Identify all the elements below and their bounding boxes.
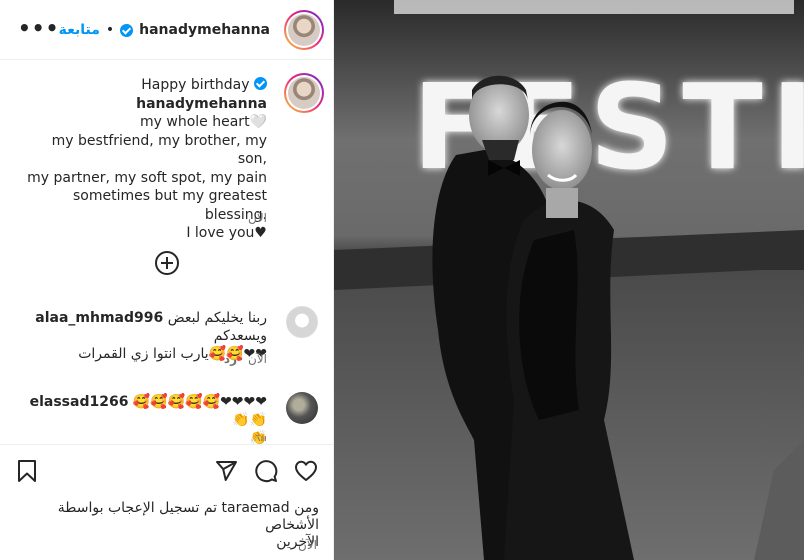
photo-image: FESTI xyxy=(334,0,804,560)
comment-first-line: elassad1266 🥰🥰🥰🥰🥰❤❤❤❤👏👏 xyxy=(17,393,267,429)
actions-divider xyxy=(0,444,334,445)
comment-text: ربنا يخليكم لبعض ويسعدكم xyxy=(167,310,267,344)
header-user-row: متابعة • hanadymehanna xyxy=(59,20,270,40)
comment-timestamp: الآن xyxy=(248,352,267,366)
post-photo[interactable]: FESTI xyxy=(334,0,804,560)
verified-badge-icon xyxy=(120,23,134,37)
post-timestamp: الآن xyxy=(298,538,317,552)
share-icon[interactable] xyxy=(214,459,238,483)
caption-line: blessing. xyxy=(204,206,267,223)
comment-username[interactable]: elassad1266 xyxy=(30,394,129,410)
follow-button[interactable]: متابعة xyxy=(59,22,100,38)
more-options-icon[interactable]: ••• xyxy=(18,18,59,38)
likes-text-line1: تم تسجيل الإعجاب بواسطة taraemad ومن الأ… xyxy=(57,500,319,533)
caption-mention[interactable]: hanadymehanna xyxy=(136,96,267,112)
verified-badge-icon xyxy=(254,77,267,90)
separator-dot: • xyxy=(105,22,115,38)
caption-first-line: Happy birthday hanadymehanna xyxy=(27,76,267,113)
caption-line: my partner, my soft spot, my pain xyxy=(27,169,267,186)
comment-text: 🥰🥰🥰🥰🥰❤❤❤❤👏👏 xyxy=(132,394,267,428)
header-username[interactable]: hanadymehanna xyxy=(139,22,270,38)
load-more-comments-icon[interactable] xyxy=(155,251,179,275)
likes-summary[interactable]: تم تسجيل الإعجاب بواسطة taraemad ومن الأ… xyxy=(19,500,319,551)
post-header: ••• متابعة • hanadymehanna xyxy=(0,0,334,60)
caption-line: my whole heart🤍 xyxy=(140,114,267,130)
comment-avatar[interactable] xyxy=(286,392,318,424)
likes-text-line2: الآخرين xyxy=(276,534,319,550)
reply-button[interactable]: رد xyxy=(224,352,237,366)
bookmark-icon[interactable] xyxy=(16,459,38,483)
caption-line: my bestfriend, my brother, my son, xyxy=(51,132,267,168)
caption-timestamp: الآن xyxy=(248,211,267,225)
post-side-panel: ••• متابعة • hanadymehanna Happy birthda… xyxy=(0,0,334,560)
comment-avatar[interactable] xyxy=(286,306,318,338)
comment-icon[interactable] xyxy=(254,459,278,483)
heart-icon[interactable] xyxy=(294,459,318,483)
caption-line: sometimes but my greatest xyxy=(73,188,267,204)
comment-username[interactable]: alaa_mhmad996 xyxy=(35,310,163,326)
comment-item: elassad1266 🥰🥰🥰🥰🥰❤❤❤❤👏👏 👏 xyxy=(17,393,267,447)
comment-first-line: alaa_mhmad996 ربنا يخليكم لبعض ويسعدكم xyxy=(17,309,267,345)
caption-avatar[interactable] xyxy=(284,73,324,113)
caption-line: I love you♥ xyxy=(186,225,267,241)
post-caption: Happy birthday hanadymehanna my whole he… xyxy=(27,76,267,243)
header-avatar[interactable] xyxy=(284,10,324,50)
caption-prefix: Happy birthday xyxy=(141,77,250,93)
